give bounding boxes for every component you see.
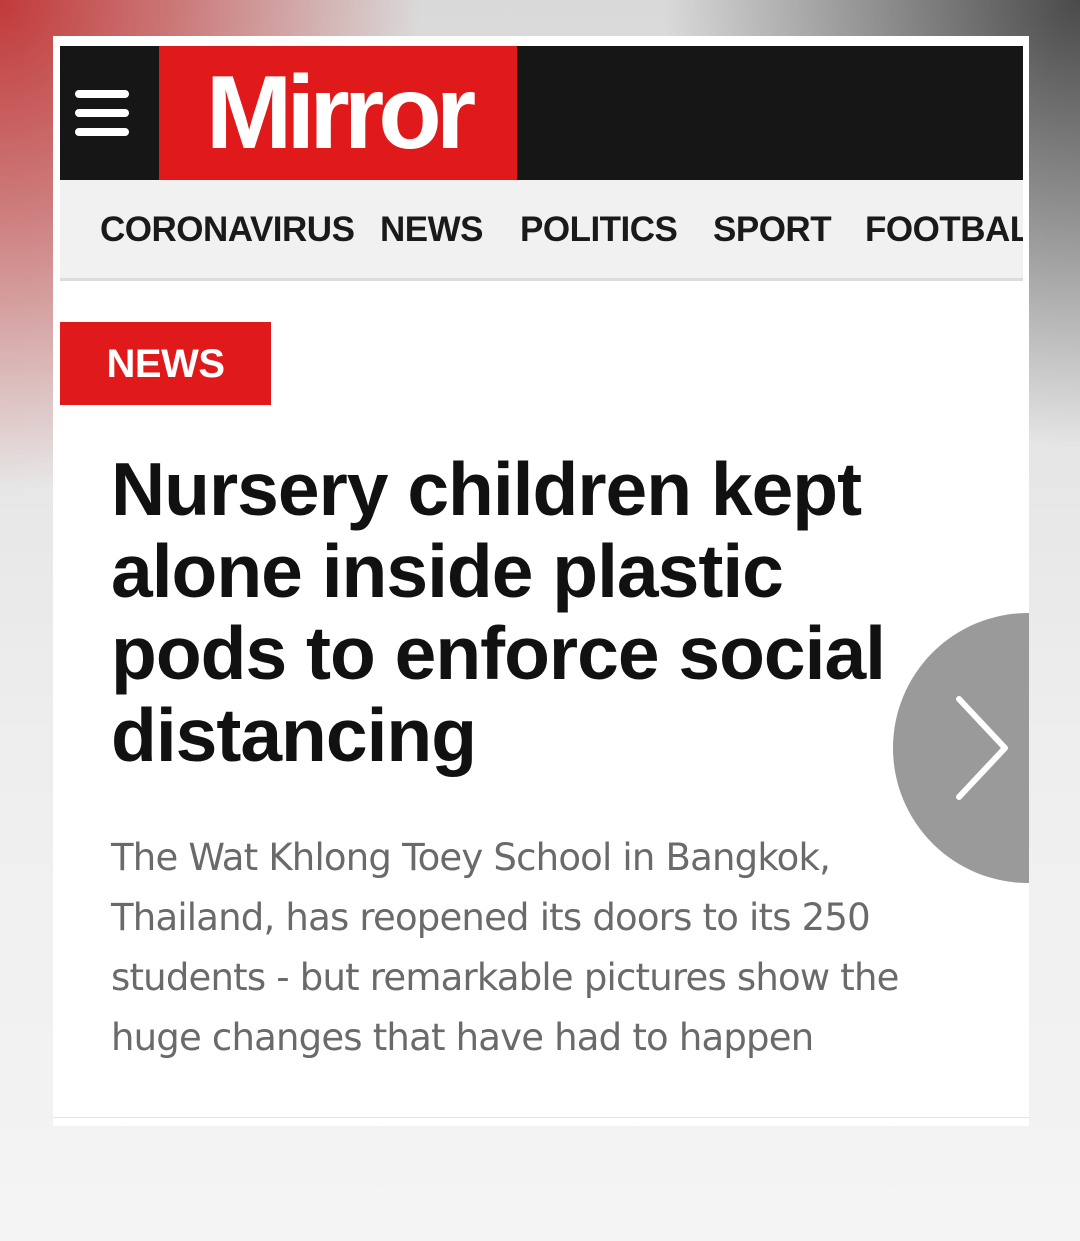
menu-bar-bottom — [75, 128, 129, 136]
nav-item-politics[interactable]: POLITICS — [520, 180, 678, 278]
chevron-right-icon — [956, 696, 1008, 800]
nav-item-coronavirus[interactable]: CORONAVIRUS — [100, 180, 355, 278]
menu-bar-top — [75, 90, 129, 98]
nav-item-sport[interactable]: SPORT — [713, 180, 832, 278]
hamburger-menu-icon[interactable] — [75, 90, 129, 140]
section-nav: CORONAVIRUS NEWS POLITICS SPORT FOOTBALL — [60, 180, 1023, 281]
masthead: Mirror — [60, 46, 1023, 180]
article-card: Mirror CORONAVIRUS NEWS POLITICS SPORT F… — [53, 36, 1029, 1126]
card-divider — [53, 1117, 1029, 1126]
nav-item-football[interactable]: FOOTBALL — [865, 180, 1023, 278]
nav-item-news[interactable]: NEWS — [380, 180, 484, 278]
site-logo[interactable]: Mirror — [159, 46, 517, 180]
article-headline: Nursery children kept alone inside plast… — [111, 447, 886, 777]
section-tag[interactable]: NEWS — [60, 322, 271, 405]
menu-bar-middle — [75, 109, 129, 117]
article-standfirst: The Wat Khlong Toey School in Bangkok, T… — [111, 836, 899, 1059]
